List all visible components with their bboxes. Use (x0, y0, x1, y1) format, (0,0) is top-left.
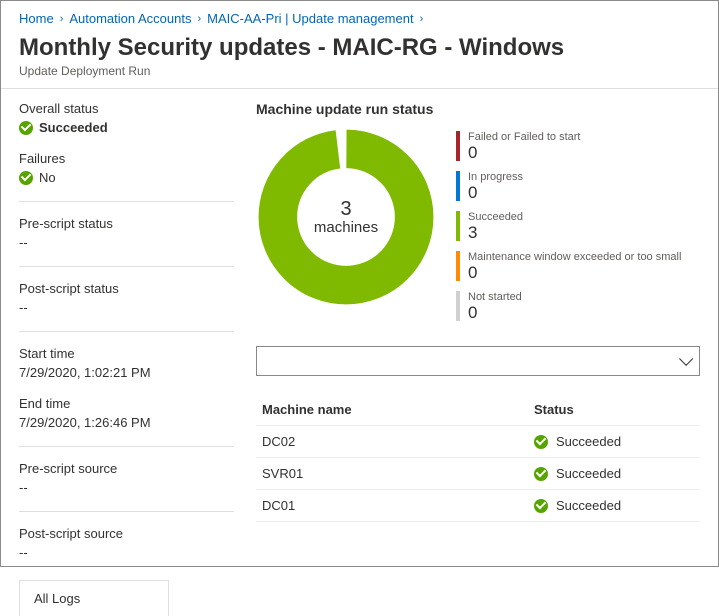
legend-notstarted-count: 0 (468, 304, 522, 323)
legend-color-bar (456, 211, 460, 241)
start-time-value: 7/29/2020, 1:02:21 PM (19, 365, 234, 380)
all-logs-tab[interactable]: All Logs (19, 580, 169, 616)
legend-failed: Failed or Failed to start 0 (456, 131, 681, 163)
start-time-field: Start time 7/29/2020, 1:02:21 PM (19, 346, 234, 380)
end-time-value: 7/29/2020, 1:26:46 PM (19, 415, 234, 430)
legend-failed-count: 0 (468, 144, 581, 163)
run-status-donut-chart: 3 machines (256, 127, 436, 307)
col-status[interactable]: Status (534, 402, 694, 417)
machines-table: Machine name Status DC02 Succeeded SVR01… (256, 394, 700, 522)
legend-succeeded-label: Succeeded (468, 211, 523, 224)
breadcrumb: Home › Automation Accounts › MAIC-AA-Pri… (19, 11, 700, 26)
divider (19, 266, 234, 267)
details-panel: Overall status Succeeded Failures No Pre… (19, 101, 234, 616)
end-time-field: End time 7/29/2020, 1:26:46 PM (19, 396, 234, 430)
postscript-source-value: -- (19, 545, 234, 560)
crumb-home[interactable]: Home (19, 11, 54, 26)
prescript-status-label: Pre-script status (19, 216, 234, 231)
legend-notstarted-label: Not started (468, 291, 522, 304)
postscript-status-value: -- (19, 300, 234, 315)
chevron-right-icon: › (60, 13, 64, 25)
legend-succeeded-count: 3 (468, 224, 523, 243)
chevron-down-icon (679, 352, 693, 366)
legend-color-bar (456, 251, 460, 281)
prescript-status-value: -- (19, 235, 234, 250)
start-time-label: Start time (19, 346, 234, 361)
overall-status-label: Overall status (19, 101, 234, 116)
postscript-source-label: Post-script source (19, 526, 234, 541)
postscript-status-label: Post-script status (19, 281, 234, 296)
prescript-source-value: -- (19, 480, 234, 495)
chevron-right-icon: › (420, 13, 424, 25)
page-title: Monthly Security updates - MAIC-RG - Win… (19, 34, 700, 62)
failures-label: Failures (19, 151, 234, 166)
cell-machine-name: SVR01 (262, 466, 534, 481)
legend-maintenance-label: Maintenance window exceeded or too small (468, 251, 681, 264)
divider (19, 446, 234, 447)
divider (1, 88, 718, 89)
overall-status-value: Succeeded (39, 120, 108, 135)
legend-maintenance: Maintenance window exceeded or too small… (456, 251, 681, 283)
prescript-status-field: Pre-script status -- (19, 216, 234, 250)
end-time-label: End time (19, 396, 234, 411)
run-status-legend: Failed or Failed to start 0 In progress … (456, 127, 681, 322)
legend-notstarted: Not started 0 (456, 291, 681, 323)
cell-status: Succeeded (556, 498, 621, 513)
postscript-source-field: Post-script source -- (19, 526, 234, 560)
cell-machine-name: DC02 (262, 434, 534, 449)
cell-status: Succeeded (556, 434, 621, 449)
col-machine-name[interactable]: Machine name (262, 402, 534, 417)
failures-value: No (39, 170, 56, 185)
table-row[interactable]: DC02 Succeeded (256, 426, 700, 458)
table-header-row: Machine name Status (256, 394, 700, 426)
cell-status: Succeeded (556, 466, 621, 481)
success-icon (534, 435, 548, 449)
legend-color-bar (456, 291, 460, 321)
legend-inprogress: In progress 0 (456, 171, 681, 203)
donut-center-count: 3 (340, 199, 351, 219)
success-icon (19, 171, 33, 185)
cell-machine-name: DC01 (262, 498, 534, 513)
failures-field: Failures No (19, 151, 234, 185)
success-icon (19, 121, 33, 135)
legend-color-bar (456, 171, 460, 201)
success-icon (534, 467, 548, 481)
divider (19, 201, 234, 202)
run-status-heading: Machine update run status (256, 101, 700, 117)
page-subtitle: Update Deployment Run (19, 64, 700, 78)
filter-dropdown[interactable] (256, 346, 700, 376)
legend-succeeded: Succeeded 3 (456, 211, 681, 243)
legend-inprogress-count: 0 (468, 184, 523, 203)
donut-center-label: machines (314, 219, 378, 236)
chevron-right-icon: › (198, 13, 202, 25)
legend-color-bar (456, 131, 460, 161)
table-row[interactable]: SVR01 Succeeded (256, 458, 700, 490)
prescript-source-field: Pre-script source -- (19, 461, 234, 495)
legend-maintenance-count: 0 (468, 264, 681, 283)
prescript-source-label: Pre-script source (19, 461, 234, 476)
legend-failed-label: Failed or Failed to start (468, 131, 581, 144)
overall-status-field: Overall status Succeeded (19, 101, 234, 135)
divider (19, 331, 234, 332)
divider (19, 511, 234, 512)
crumb-automation-accounts[interactable]: Automation Accounts (69, 11, 191, 26)
table-row[interactable]: DC01 Succeeded (256, 490, 700, 522)
success-icon (534, 499, 548, 513)
postscript-status-field: Post-script status -- (19, 281, 234, 315)
crumb-update-management[interactable]: MAIC-AA-Pri | Update management (207, 11, 413, 26)
